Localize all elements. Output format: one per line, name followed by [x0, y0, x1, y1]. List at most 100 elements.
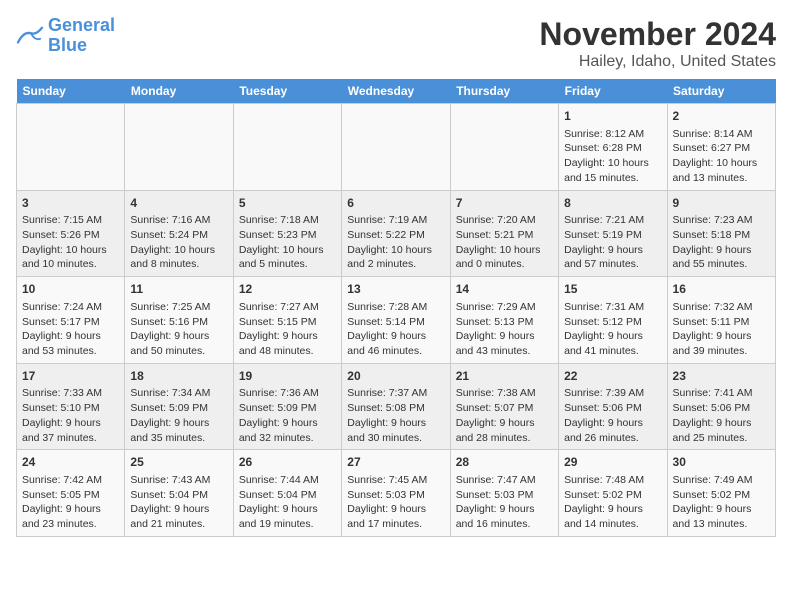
- day-number: 8: [564, 195, 661, 212]
- day-number: 25: [130, 454, 227, 471]
- calendar-cell: 3Sunrise: 7:15 AM Sunset: 5:26 PM Daylig…: [17, 190, 125, 277]
- day-number: 14: [456, 281, 553, 298]
- day-info: Sunrise: 7:31 AM Sunset: 5:12 PM Dayligh…: [564, 300, 661, 359]
- day-number: 1: [564, 108, 661, 125]
- day-number: 15: [564, 281, 661, 298]
- day-number: 10: [22, 281, 119, 298]
- day-number: 18: [130, 368, 227, 385]
- day-info: Sunrise: 7:34 AM Sunset: 5:09 PM Dayligh…: [130, 386, 227, 445]
- day-info: Sunrise: 7:43 AM Sunset: 5:04 PM Dayligh…: [130, 473, 227, 532]
- calendar-cell: 11 Sunrise: 7:25 AM Sunset: 5:16 PM Dayli…: [125, 277, 233, 364]
- day-number: 13: [347, 281, 444, 298]
- calendar-cell: 24 Sunrise: 7:42 AM Sunset: 5:05 PM Dayli…: [17, 450, 125, 537]
- day-info: Sunrise: 7:19 AM Sunset: 5:22 PM Dayligh…: [347, 213, 444, 272]
- day-number: 9: [673, 195, 770, 212]
- day-number: 6: [347, 195, 444, 212]
- day-info: Sunrise: 7:47 AM Sunset: 5:03 PM Dayligh…: [456, 473, 553, 532]
- calendar-cell: 17Sunrise: 7:33 AM Sunset: 5:10 PM Dayli…: [17, 363, 125, 450]
- calendar-cell: 7Sunrise: 7:20 AM Sunset: 5:21 PM Daylig…: [450, 190, 558, 277]
- calendar-cell: [233, 104, 341, 191]
- calendar-cell: 25 Sunrise: 7:43 AM Sunset: 5:04 PM Dayli…: [125, 450, 233, 537]
- calendar-cell: 12 Sunrise: 7:27 AM Sunset: 5:15 PM Dayli…: [233, 277, 341, 364]
- day-number: 12: [239, 281, 336, 298]
- column-header-wednesday: Wednesday: [342, 79, 450, 104]
- calendar-week-row: 3Sunrise: 7:15 AM Sunset: 5:26 PM Daylig…: [17, 190, 776, 277]
- calendar-cell: 15 Sunrise: 7:31 AM Sunset: 5:12 PM Dayli…: [559, 277, 667, 364]
- day-info: Sunrise: 7:15 AM Sunset: 5:26 PM Dayligh…: [22, 213, 119, 272]
- day-number: 5: [239, 195, 336, 212]
- page-header: General Blue November 2024 Hailey, Idaho…: [16, 16, 776, 71]
- calendar-cell: 16 Sunrise: 7:32 AM Sunset: 5:11 PM Dayli…: [667, 277, 775, 364]
- calendar-cell: 18Sunrise: 7:34 AM Sunset: 5:09 PM Dayli…: [125, 363, 233, 450]
- calendar-week-row: 10 Sunrise: 7:24 AM Sunset: 5:17 PM Dayli…: [17, 277, 776, 364]
- calendar-cell: [450, 104, 558, 191]
- calendar-cell: 10 Sunrise: 7:24 AM Sunset: 5:17 PM Dayli…: [17, 277, 125, 364]
- day-info: Sunrise: 7:36 AM Sunset: 5:09 PM Dayligh…: [239, 386, 336, 445]
- title-block: November 2024 Hailey, Idaho, United Stat…: [539, 16, 776, 71]
- day-number: 16: [673, 281, 770, 298]
- column-header-friday: Friday: [559, 79, 667, 104]
- calendar-cell: 28Sunrise: 7:47 AM Sunset: 5:03 PM Dayli…: [450, 450, 558, 537]
- calendar-cell: 21Sunrise: 7:38 AM Sunset: 5:07 PM Dayli…: [450, 363, 558, 450]
- calendar-cell: 19Sunrise: 7:36 AM Sunset: 5:09 PM Dayli…: [233, 363, 341, 450]
- logo-line2: Blue: [48, 35, 87, 55]
- calendar-cell: [125, 104, 233, 191]
- day-info: Sunrise: 7:25 AM Sunset: 5:16 PM Dayligh…: [130, 300, 227, 359]
- calendar-cell: 14 Sunrise: 7:29 AM Sunset: 5:13 PM Dayli…: [450, 277, 558, 364]
- day-info: Sunrise: 7:33 AM Sunset: 5:10 PM Dayligh…: [22, 386, 119, 445]
- calendar-cell: 27Sunrise: 7:45 AM Sunset: 5:03 PM Dayli…: [342, 450, 450, 537]
- day-info: Sunrise: 7:24 AM Sunset: 5:17 PM Dayligh…: [22, 300, 119, 359]
- day-info: Sunrise: 7:21 AM Sunset: 5:19 PM Dayligh…: [564, 213, 661, 272]
- day-info: Sunrise: 8:12 AM Sunset: 6:28 PM Dayligh…: [564, 127, 661, 186]
- logo: General Blue: [16, 16, 115, 56]
- day-number: 26: [239, 454, 336, 471]
- calendar-week-row: 1 Sunrise: 8:12 AM Sunset: 6:28 PM Daylig…: [17, 104, 776, 191]
- day-number: 3: [22, 195, 119, 212]
- logo-bird-icon: [16, 24, 44, 48]
- day-number: 23: [673, 368, 770, 385]
- column-header-saturday: Saturday: [667, 79, 775, 104]
- page-title: November 2024: [539, 16, 776, 53]
- day-number: 30: [673, 454, 770, 471]
- logo-text: General Blue: [48, 16, 115, 56]
- calendar-table: SundayMondayTuesdayWednesdayThursdayFrid…: [16, 79, 776, 537]
- day-number: 21: [456, 368, 553, 385]
- column-header-thursday: Thursday: [450, 79, 558, 104]
- day-info: Sunrise: 7:37 AM Sunset: 5:08 PM Dayligh…: [347, 386, 444, 445]
- calendar-cell: 23Sunrise: 7:41 AM Sunset: 5:06 PM Dayli…: [667, 363, 775, 450]
- day-info: Sunrise: 7:18 AM Sunset: 5:23 PM Dayligh…: [239, 213, 336, 272]
- logo-line1: General: [48, 15, 115, 35]
- calendar-cell: 30 Sunrise: 7:49 AM Sunset: 5:02 PM Dayli…: [667, 450, 775, 537]
- day-info: Sunrise: 7:44 AM Sunset: 5:04 PM Dayligh…: [239, 473, 336, 532]
- day-info: Sunrise: 7:16 AM Sunset: 5:24 PM Dayligh…: [130, 213, 227, 272]
- day-info: Sunrise: 7:27 AM Sunset: 5:15 PM Dayligh…: [239, 300, 336, 359]
- day-info: Sunrise: 7:39 AM Sunset: 5:06 PM Dayligh…: [564, 386, 661, 445]
- calendar-cell: 2Sunrise: 8:14 AM Sunset: 6:27 PM Daylig…: [667, 104, 775, 191]
- column-header-sunday: Sunday: [17, 79, 125, 104]
- day-info: Sunrise: 7:23 AM Sunset: 5:18 PM Dayligh…: [673, 213, 770, 272]
- calendar-cell: 5Sunrise: 7:18 AM Sunset: 5:23 PM Daylig…: [233, 190, 341, 277]
- day-info: Sunrise: 7:20 AM Sunset: 5:21 PM Dayligh…: [456, 213, 553, 272]
- calendar-cell: 4Sunrise: 7:16 AM Sunset: 5:24 PM Daylig…: [125, 190, 233, 277]
- calendar-cell: 22Sunrise: 7:39 AM Sunset: 5:06 PM Dayli…: [559, 363, 667, 450]
- day-info: Sunrise: 7:49 AM Sunset: 5:02 PM Dayligh…: [673, 473, 770, 532]
- calendar-cell: 29 Sunrise: 7:48 AM Sunset: 5:02 PM Dayli…: [559, 450, 667, 537]
- calendar-cell: 26 Sunrise: 7:44 AM Sunset: 5:04 PM Dayli…: [233, 450, 341, 537]
- page-subtitle: Hailey, Idaho, United States: [539, 53, 776, 71]
- calendar-cell: [17, 104, 125, 191]
- day-number: 19: [239, 368, 336, 385]
- day-info: Sunrise: 7:48 AM Sunset: 5:02 PM Dayligh…: [564, 473, 661, 532]
- calendar-week-row: 17Sunrise: 7:33 AM Sunset: 5:10 PM Dayli…: [17, 363, 776, 450]
- day-info: Sunrise: 7:32 AM Sunset: 5:11 PM Dayligh…: [673, 300, 770, 359]
- day-info: Sunrise: 7:29 AM Sunset: 5:13 PM Dayligh…: [456, 300, 553, 359]
- day-number: 11: [130, 281, 227, 298]
- day-number: 29: [564, 454, 661, 471]
- day-number: 7: [456, 195, 553, 212]
- day-info: Sunrise: 7:42 AM Sunset: 5:05 PM Dayligh…: [22, 473, 119, 532]
- calendar-cell: 1 Sunrise: 8:12 AM Sunset: 6:28 PM Daylig…: [559, 104, 667, 191]
- day-number: 17: [22, 368, 119, 385]
- day-info: Sunrise: 8:14 AM Sunset: 6:27 PM Dayligh…: [673, 127, 770, 186]
- day-number: 22: [564, 368, 661, 385]
- day-info: Sunrise: 7:28 AM Sunset: 5:14 PM Dayligh…: [347, 300, 444, 359]
- day-number: 24: [22, 454, 119, 471]
